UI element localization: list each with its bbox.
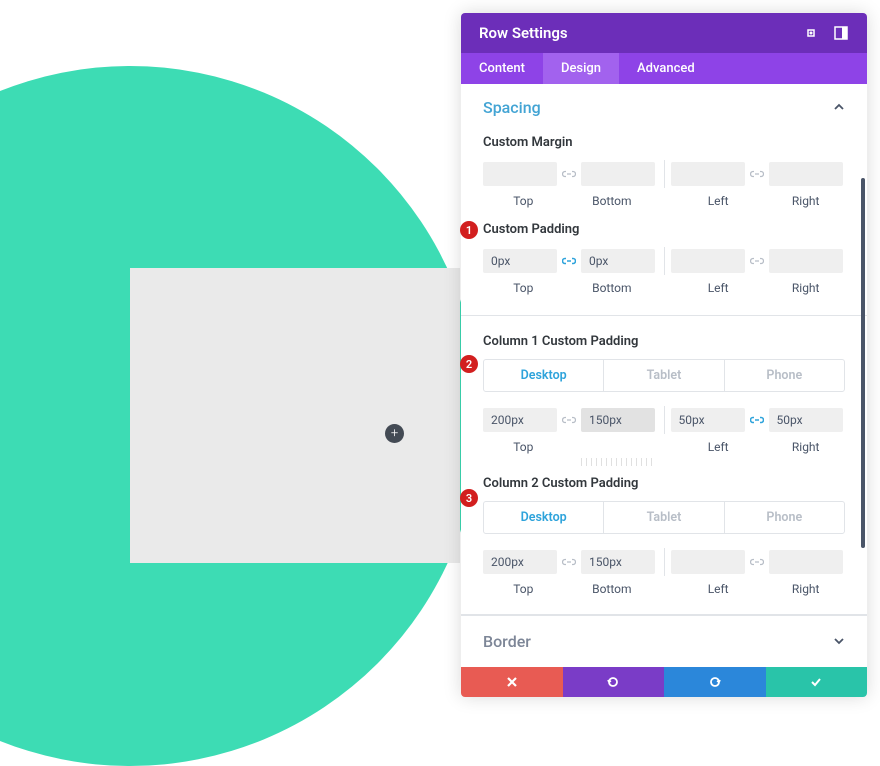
border-title: Border — [483, 632, 833, 651]
chevron-up-icon — [833, 98, 845, 117]
padding-bottom-input[interactable] — [581, 249, 655, 273]
cancel-button[interactable] — [461, 667, 563, 697]
redo-button[interactable] — [664, 667, 766, 697]
spacing-section-body: Custom Margin Top Bottom Left Right — [461, 135, 867, 615]
label-left: Left — [670, 582, 766, 596]
annotation-badge-2: 2 — [460, 355, 478, 373]
settings-panel: Row Settings Content Design Advanced Spa… — [461, 13, 867, 697]
save-button[interactable] — [766, 667, 868, 697]
divider — [664, 548, 665, 576]
link-icon[interactable] — [561, 412, 577, 428]
padding-top-input[interactable] — [483, 249, 557, 273]
tab-design[interactable]: Design — [543, 53, 619, 84]
link-icon-active[interactable] — [749, 412, 765, 428]
label-left: Left — [670, 440, 766, 454]
col2-bottom-input[interactable] — [581, 550, 655, 574]
label-top: Top — [483, 582, 564, 596]
divider — [664, 406, 665, 434]
device-tab-desktop[interactable]: Desktop — [484, 360, 603, 391]
col2-right-input[interactable] — [769, 550, 843, 574]
label-left: Left — [670, 194, 766, 208]
close-icon — [505, 675, 519, 689]
snap-panel-icon[interactable] — [833, 25, 849, 41]
label-top: Top — [483, 281, 564, 295]
panel-header: Row Settings — [461, 13, 867, 53]
margin-right-input[interactable] — [769, 162, 843, 186]
redo-icon — [708, 675, 722, 689]
margin-top-input[interactable] — [483, 162, 557, 186]
device-tab-desktop[interactable]: Desktop — [484, 502, 603, 533]
col1-bottom-input[interactable] — [581, 408, 655, 432]
scrollbar[interactable] — [861, 178, 865, 548]
panel-tabs: Content Design Advanced — [461, 53, 867, 84]
col1-top-input[interactable] — [483, 408, 557, 432]
col2-left-input[interactable] — [671, 550, 745, 574]
panel-footer — [461, 667, 867, 697]
label-right: Right — [766, 582, 845, 596]
col1-right-input[interactable] — [769, 408, 843, 432]
link-icon[interactable] — [561, 554, 577, 570]
label-left: Left — [670, 281, 766, 295]
canvas-module[interactable] — [130, 268, 460, 563]
label-top: Top — [483, 440, 564, 454]
col2-padding-inputs — [483, 548, 845, 576]
padding-inputs — [483, 247, 845, 275]
spacing-title: Spacing — [483, 98, 833, 117]
spacing-section-header[interactable]: Spacing — [461, 84, 867, 131]
col2-top-input[interactable] — [483, 550, 557, 574]
padding-left-input[interactable] — [671, 249, 745, 273]
border-section[interactable]: Border — [461, 615, 867, 667]
link-icon[interactable] — [749, 166, 765, 182]
custom-padding-label: Custom Padding — [483, 222, 845, 237]
tab-advanced[interactable]: Advanced — [619, 53, 713, 84]
link-icon[interactable] — [749, 253, 765, 269]
col2-padding-label: Column 2 Custom Padding — [483, 476, 845, 491]
device-tab-phone[interactable]: Phone — [724, 360, 844, 391]
link-icon[interactable] — [561, 166, 577, 182]
margin-left-input[interactable] — [671, 162, 745, 186]
custom-margin-label: Custom Margin — [483, 135, 845, 150]
ruler-icon[interactable] — [581, 458, 653, 466]
device-tab-tablet[interactable]: Tablet — [603, 360, 723, 391]
panel-title: Row Settings — [479, 24, 789, 42]
col2-device-tabs: Desktop Tablet Phone — [483, 501, 845, 534]
col1-padding-inputs — [483, 406, 845, 434]
check-icon — [809, 675, 823, 689]
col1-device-tabs: Desktop Tablet Phone — [483, 359, 845, 392]
annotation-badge-1: 1 — [460, 221, 478, 239]
link-icon[interactable] — [749, 554, 765, 570]
add-module-button[interactable]: + — [385, 424, 404, 443]
undo-button[interactable] — [563, 667, 665, 697]
label-bottom: Bottom — [564, 281, 660, 295]
expand-icon[interactable] — [803, 25, 819, 41]
label-right: Right — [766, 440, 845, 454]
undo-icon — [606, 675, 620, 689]
divider — [664, 247, 665, 275]
col1-left-input[interactable] — [671, 408, 745, 432]
annotation-badge-3: 3 — [460, 489, 478, 507]
padding-right-input[interactable] — [769, 249, 843, 273]
margin-inputs — [483, 160, 845, 188]
label-top: Top — [483, 194, 564, 208]
margin-bottom-input[interactable] — [581, 162, 655, 186]
label-bottom — [564, 440, 660, 454]
device-tab-phone[interactable]: Phone — [724, 502, 844, 533]
label-bottom: Bottom — [564, 582, 660, 596]
link-icon-active[interactable] — [561, 253, 577, 269]
col1-padding-label: Column 1 Custom Padding — [483, 334, 845, 349]
label-bottom: Bottom — [564, 194, 660, 208]
divider — [664, 160, 665, 188]
tab-content[interactable]: Content — [461, 53, 543, 84]
label-right: Right — [766, 194, 845, 208]
chevron-down-icon — [833, 632, 845, 651]
panel-body: Spacing Custom Margin — [461, 84, 867, 667]
device-tab-tablet[interactable]: Tablet — [603, 502, 723, 533]
label-right: Right — [766, 281, 845, 295]
